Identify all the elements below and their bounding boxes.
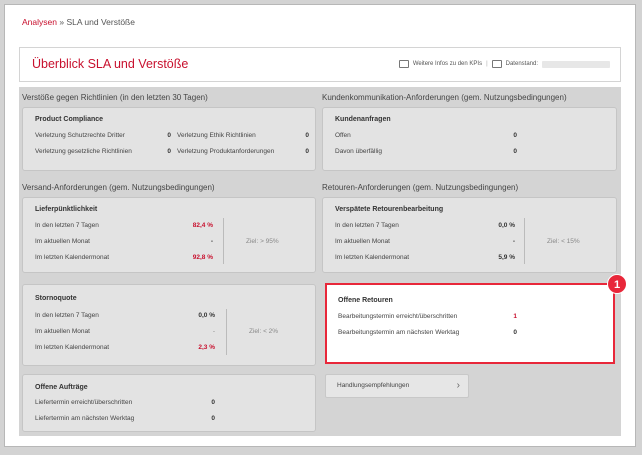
row-label: Liefertermin am nächsten Werktag — [35, 415, 135, 422]
card-product-compliance: Product Compliance Verletzung Schutzrech… — [22, 107, 316, 171]
app-window: Analysen » SLA und Verstöße Überblick SL… — [4, 4, 636, 447]
row-label: In den letzten 7 Tagen — [35, 312, 99, 319]
breadcrumb-separator: » — [59, 17, 65, 27]
recommendations-button[interactable]: Handlungsempfehlungen › — [325, 374, 469, 398]
breadcrumb-link-analysen[interactable]: Analysen — [22, 17, 57, 27]
card-title: Lieferpünktlichkeit — [35, 206, 98, 213]
kpi-info-icon[interactable] — [398, 60, 409, 68]
section-title-customer: Kundenkommunikation-Anforderungen (gem. … — [322, 93, 567, 102]
goal-label: Ziel: < 15% — [547, 238, 580, 245]
divider — [223, 218, 224, 264]
row-label: Verletzung Produktanforderungen — [177, 148, 275, 155]
goal-label: Ziel: > 95% — [246, 238, 279, 245]
card-customer-requests: Kundenanfragen Offen 0 Davon überfällig … — [322, 107, 617, 171]
breadcrumb: Analysen » SLA und Verstöße — [22, 17, 135, 27]
page-title: Überblick SLA und Verstöße — [32, 57, 189, 71]
row-value: - — [512, 238, 515, 245]
card-title: Verspätete Retourenbearbeitung — [335, 206, 444, 213]
callout-badge: 1 — [607, 274, 627, 294]
card-delivery-punctuality: Lieferpünktlichkeit In den letzten 7 Tag… — [22, 197, 316, 273]
tools-divider: | — [486, 61, 488, 67]
calendar-icon — [491, 60, 502, 68]
row-label: Offen — [335, 132, 351, 139]
page-header: Überblick SLA und Verstöße Weitere Infos… — [19, 47, 621, 82]
breadcrumb-current: SLA und Verstöße — [66, 17, 135, 27]
date-value-redacted — [542, 60, 610, 68]
card-late-returns: Verspätete Retourenbearbeitung In den le… — [322, 197, 617, 273]
row-value: 0 — [211, 415, 215, 422]
row-value: 0,0 % — [498, 222, 515, 229]
row-value: 0 — [305, 132, 309, 139]
row-label: Im letzten Kalendermonat — [35, 254, 110, 261]
card-title: Offene Retouren — [338, 297, 393, 304]
row-label: Im aktuellen Monat — [335, 238, 390, 245]
row-label: Davon überfällig — [335, 148, 382, 155]
card-title: Kundenanfragen — [335, 116, 391, 123]
dashboard-panel: Verstöße gegen Richtlinien (in den letzt… — [19, 87, 627, 436]
row-value: 82,4 % — [192, 222, 213, 229]
divider — [524, 218, 525, 264]
chevron-right-icon: › — [456, 380, 460, 391]
row-value: - — [210, 238, 213, 245]
kpi-info-link[interactable]: Weitere Infos zu den KPIs — [413, 61, 482, 67]
row-label: Im letzten Kalendermonat — [35, 344, 110, 351]
row-label: Bearbeitungstermin erreicht/überschritte… — [338, 313, 458, 320]
card-open-returns: Offene Retouren Bearbeitungstermin errei… — [325, 283, 615, 364]
card-title: Product Compliance — [35, 116, 104, 123]
row-label: Im aktuellen Monat — [35, 238, 90, 245]
row-value: 0 — [513, 148, 517, 155]
row-label: Im letzten Kalendermonat — [335, 254, 410, 261]
row-value: 0,0 % — [198, 312, 215, 319]
row-label: Verletzung Ethik Richtlinien — [177, 132, 256, 139]
header-tools: Weitere Infos zu den KPIs | Datenstand: — [398, 60, 610, 68]
row-value: 92,8 % — [192, 254, 213, 261]
goal-label: Ziel: < 2% — [249, 328, 279, 335]
row-label: Verletzung gesetzliche Richtlinien — [35, 148, 132, 155]
row-label: Bearbeitungstermin am nächsten Werktag — [338, 329, 460, 336]
card-title: Offene Aufträge — [35, 384, 88, 391]
row-label: Liefertermin erreicht/überschritten — [35, 399, 133, 406]
row-value: 2,3 % — [198, 344, 215, 351]
row-label: In den letzten 7 Tagen — [335, 222, 399, 229]
row-value: 0 — [305, 148, 309, 155]
section-title-shipping: Versand-Anforderungen (gem. Nutzungsbedi… — [22, 183, 215, 192]
row-value: 0 — [513, 329, 517, 336]
row-label: In den letzten 7 Tagen — [35, 222, 99, 229]
row-value: 1 — [513, 313, 517, 320]
row-value: 0 — [167, 132, 171, 139]
section-title-policy: Verstöße gegen Richtlinien (in den letzt… — [22, 93, 208, 102]
card-open-orders: Offene Aufträge Liefertermin erreicht/üb… — [22, 374, 316, 432]
row-value: 0 — [211, 399, 215, 406]
recommendations-label: Handlungsempfehlungen — [337, 382, 410, 389]
row-value: 0 — [167, 148, 171, 155]
section-title-returns: Retouren-Anforderungen (gem. Nutzungsbed… — [322, 183, 519, 192]
card-cancellation-rate: Stornoquote In den letzten 7 Tagen 0,0 %… — [22, 284, 316, 366]
row-value: 0 — [513, 132, 517, 139]
divider — [226, 309, 227, 355]
row-value: - — [212, 328, 215, 335]
row-label: Im aktuellen Monat — [35, 328, 90, 335]
row-value: 5,9 % — [498, 254, 515, 261]
row-label: Verletzung Schutzrechte Dritter — [35, 132, 125, 139]
date-label: Datenstand: — [505, 61, 538, 67]
card-title: Stornoquote — [35, 295, 77, 302]
